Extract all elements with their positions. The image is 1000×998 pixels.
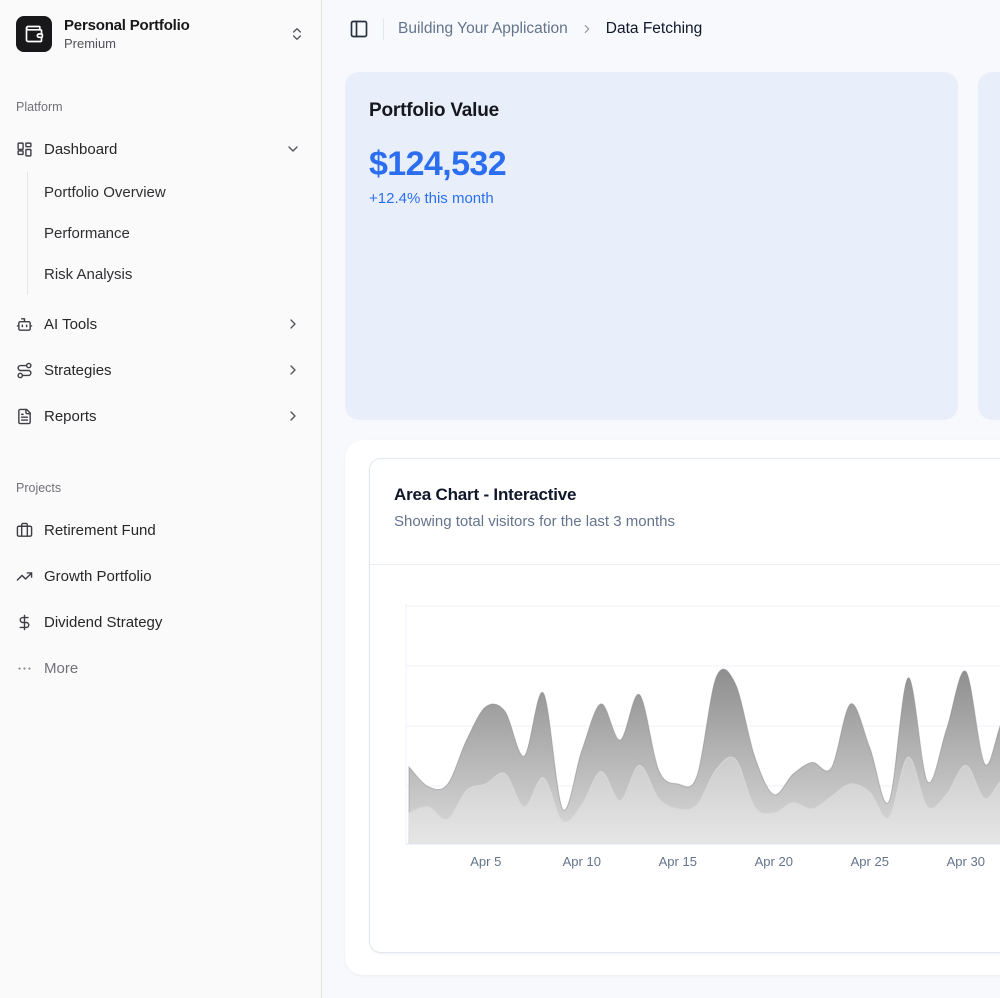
sidebar-subtree-dashboard: Portfolio OverviewPerformanceRisk Analys… xyxy=(27,172,309,295)
topbar: Building Your Application Data Fetching xyxy=(323,0,1000,58)
sidebar-item-reports[interactable]: Reports xyxy=(12,393,309,439)
breadcrumb-parent-link[interactable]: Building Your Application xyxy=(398,20,568,38)
portfolio-change: +12.4% this month xyxy=(369,190,934,207)
team-name: Personal Portfolio xyxy=(64,17,190,35)
chevron-right-icon xyxy=(580,22,594,36)
sidebar-item-label: AI Tools xyxy=(44,316,97,333)
ellipsis-icon xyxy=(16,660,33,677)
x-axis-tick-label: Apr 30 xyxy=(947,854,985,869)
portfolio-value-card: Portfolio Value $124,532 +12.4% this mon… xyxy=(345,72,958,420)
chart-card-header: Area Chart - Interactive Showing total v… xyxy=(370,459,1000,530)
chart-subtitle: Showing total visitors for the last 3 mo… xyxy=(394,513,1000,530)
dollar-sign-icon xyxy=(16,614,33,631)
sidebar-item-growth-portfolio[interactable]: Growth Portfolio xyxy=(12,553,309,599)
sidebar-item-ai-tools[interactable]: AI Tools xyxy=(12,301,309,347)
stat-card-2 xyxy=(978,72,1000,420)
sidebar-item-dividend-strategy[interactable]: Dividend Strategy xyxy=(12,599,309,645)
trending-up-icon xyxy=(16,568,33,585)
sidebar-item-label: Strategies xyxy=(44,362,112,379)
chart-container: Area Chart - Interactive Showing total v… xyxy=(345,440,1000,975)
sidebar-section-label-projects: Projects xyxy=(12,480,309,496)
breadcrumb: Building Your Application Data Fetching xyxy=(398,20,702,38)
chevron-down-icon xyxy=(285,141,301,157)
x-axis-tick-label: Apr 10 xyxy=(563,854,601,869)
stat-card-title: Portfolio Value xyxy=(369,100,934,122)
sidebar-section-label-platform: Platform xyxy=(12,99,309,115)
sidebar-item-more[interactable]: More xyxy=(12,645,309,691)
sidebar-subitem-portfolio-overview[interactable]: Portfolio Overview xyxy=(44,172,309,213)
bot-icon xyxy=(16,316,33,333)
x-axis-tick-label: Apr 20 xyxy=(755,854,793,869)
team-switcher[interactable]: Personal Portfolio Premium xyxy=(12,10,309,58)
sidebar: Personal Portfolio Premium Platform Dashb… xyxy=(0,0,322,998)
sidebar-item-dashboard[interactable]: Dashboard xyxy=(12,127,309,171)
briefcase-icon xyxy=(16,522,33,539)
area-chart-canvas[interactable]: Apr 5 Apr 10 Apr 15 Apr 20 Apr 25 Apr 30 xyxy=(370,564,1000,904)
file-text-icon xyxy=(16,408,33,425)
app-window: Personal Portfolio Premium Platform Dashb… xyxy=(0,0,1000,998)
team-plan: Premium xyxy=(64,36,190,52)
x-axis-tick-label: Apr 5 xyxy=(470,854,501,869)
sidebar-item-retirement-fund[interactable]: Retirement Fund xyxy=(12,507,309,553)
sidebar-item-label: Growth Portfolio xyxy=(44,568,152,585)
sidebar-item-label: Dividend Strategy xyxy=(44,614,162,631)
x-axis-tick-label: Apr 25 xyxy=(851,854,889,869)
topbar-separator xyxy=(383,18,384,40)
layout-dashboard-icon xyxy=(16,141,33,158)
route-icon xyxy=(16,362,33,379)
main-content: Building Your Application Data Fetching … xyxy=(323,0,1000,998)
sidebar-toggle-button[interactable] xyxy=(349,19,369,39)
chevrons-up-down-icon[interactable] xyxy=(289,26,305,42)
x-axis-tick-label: Apr 15 xyxy=(659,854,697,869)
wallet-icon xyxy=(16,16,52,52)
chevron-right-icon xyxy=(285,316,301,332)
sidebar-item-label: Retirement Fund xyxy=(44,522,156,539)
sidebar-item-strategies[interactable]: Strategies xyxy=(12,347,309,393)
sidebar-subitem-risk-analysis[interactable]: Risk Analysis xyxy=(44,254,309,295)
portfolio-value: $124,532 xyxy=(369,145,934,184)
chart-title: Area Chart - Interactive xyxy=(394,485,1000,505)
area-chart-card: Area Chart - Interactive Showing total v… xyxy=(369,458,1000,953)
sidebar-item-label: More xyxy=(44,660,78,677)
sidebar-item-label: Reports xyxy=(44,408,97,425)
sidebar-item-label: Dashboard xyxy=(44,141,117,158)
chevron-right-icon xyxy=(285,408,301,424)
breadcrumb-current: Data Fetching xyxy=(606,20,703,38)
chevron-right-icon xyxy=(285,362,301,378)
sidebar-subitem-performance[interactable]: Performance xyxy=(44,213,309,254)
